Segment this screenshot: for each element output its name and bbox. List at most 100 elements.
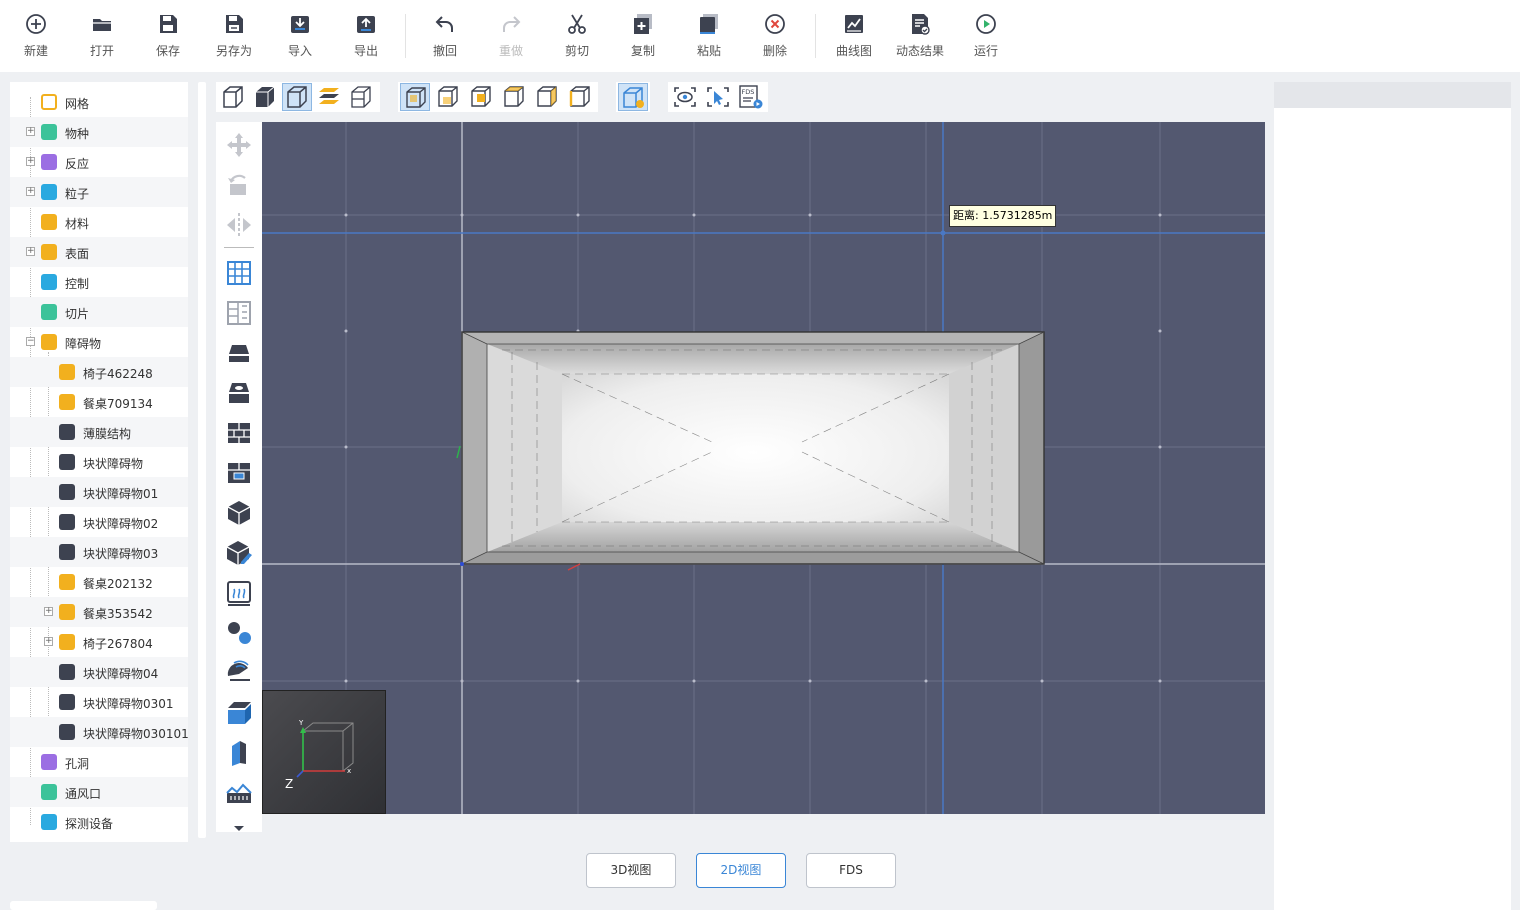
delete-button[interactable]: 删除 xyxy=(745,12,805,62)
paste-button[interactable]: 粘贴 xyxy=(679,12,739,62)
tab-3d-view[interactable]: 3D视图 xyxy=(586,853,676,888)
wireframe-button[interactable] xyxy=(218,83,248,111)
view-bottom-button[interactable] xyxy=(499,83,529,111)
tree-item-species[interactable]: + 物种 xyxy=(10,117,188,147)
sprinkler-tool[interactable] xyxy=(222,656,256,690)
tree-item-block[interactable]: 块状障碍物 xyxy=(10,447,188,477)
save-as-button[interactable]: 另存为 xyxy=(204,12,264,62)
tree-item-label: 薄膜结构 xyxy=(83,427,132,441)
tree-item-block-030101[interactable]: 块状障碍物030101 xyxy=(10,717,188,747)
tree-item-membrane[interactable]: 薄膜结构 xyxy=(10,417,188,447)
tree-item-control[interactable]: 控制 xyxy=(10,267,188,297)
tree-item-reaction[interactable]: + 反应 xyxy=(10,147,188,177)
tree-item-table-202132[interactable]: 餐桌202132 xyxy=(10,567,188,597)
fds-preview-button[interactable]: FDS xyxy=(736,83,766,111)
layers-button[interactable] xyxy=(314,83,344,111)
obstruction-tool[interactable] xyxy=(222,336,256,370)
run-button[interactable]: 运行 xyxy=(956,12,1016,62)
expand-icon[interactable]: + xyxy=(44,607,53,616)
outline-button[interactable] xyxy=(282,83,312,111)
chart-button[interactable]: 曲线图 xyxy=(824,12,884,62)
tab-fds[interactable]: FDS xyxy=(806,853,896,888)
view-back-button[interactable] xyxy=(433,83,463,111)
3d-viewport[interactable]: 距离: 1.5731285m Y x Z xyxy=(262,122,1265,814)
expand-icon[interactable]: + xyxy=(26,157,35,166)
save-label: 保存 xyxy=(155,44,180,58)
tree-item-slice[interactable]: 切片 xyxy=(10,297,188,327)
hole-block-icon xyxy=(229,383,249,403)
particle-tool[interactable] xyxy=(222,616,256,650)
view-right-button[interactable] xyxy=(565,83,595,111)
dynamic-result-button[interactable]: 动态结果 xyxy=(890,12,950,62)
cut-button[interactable]: 剪切 xyxy=(547,12,607,62)
hole-tool[interactable] xyxy=(222,376,256,410)
tree-item-block-01[interactable]: 块状障碍物01 xyxy=(10,477,188,507)
export-button[interactable]: 导出 xyxy=(336,12,396,62)
mesh-tool[interactable] xyxy=(222,256,256,290)
lighting-button[interactable] xyxy=(618,83,648,111)
tree-item-material[interactable]: 材料 xyxy=(10,207,188,237)
tab-2d-view[interactable]: 2D视图 xyxy=(696,853,786,888)
tree-item-detector[interactable]: 探测设备 xyxy=(10,807,188,837)
block-tool[interactable] xyxy=(222,496,256,530)
scene-canvas[interactable] xyxy=(262,122,1265,814)
expand-icon[interactable]: + xyxy=(44,637,53,646)
slice-tool[interactable] xyxy=(222,696,256,730)
expand-icon[interactable]: + xyxy=(26,127,35,136)
view-top-button[interactable] xyxy=(466,83,496,111)
tree-item-vent[interactable]: 通风口 xyxy=(10,777,188,807)
collapse-icon[interactable]: − xyxy=(26,337,35,346)
obstruction-mesh[interactable] xyxy=(461,331,1045,565)
view-front-button[interactable] xyxy=(400,83,430,111)
render-mode-toolbar xyxy=(216,82,380,112)
tree-item-block-0301[interactable]: 块状障碍物0301 xyxy=(10,687,188,717)
door-tool[interactable] xyxy=(222,736,256,770)
view-left-button[interactable] xyxy=(532,83,562,111)
edit-block-tool[interactable] xyxy=(222,536,256,570)
expand-icon[interactable]: + xyxy=(26,247,35,256)
wireframe-cube-icon xyxy=(223,86,243,108)
split-mesh-tool[interactable] xyxy=(222,296,256,330)
orientation-gizmo[interactable]: Y x Z xyxy=(262,690,386,814)
select-button[interactable] xyxy=(703,83,733,111)
transparent-button[interactable] xyxy=(346,83,376,111)
horizontal-scrollbar[interactable] xyxy=(10,901,157,910)
tree-item-label: 孔洞 xyxy=(65,757,90,771)
wall-tool[interactable] xyxy=(222,416,256,450)
solid-button[interactable] xyxy=(250,83,280,111)
redo-button[interactable]: 重做 xyxy=(481,12,541,62)
outline-cube-icon xyxy=(287,86,307,108)
tree-item-block-04[interactable]: 块状障碍物04 xyxy=(10,657,188,687)
tree-item-particle[interactable]: + 粒子 xyxy=(10,177,188,207)
tree-item-label: 障碍物 xyxy=(65,337,102,351)
tool-column-scroll-down[interactable] xyxy=(216,818,262,832)
tree-item-block-03[interactable]: 块状障碍物03 xyxy=(10,537,188,567)
mirror-tool[interactable] xyxy=(222,208,256,242)
rotate-tool[interactable] xyxy=(222,168,256,202)
tree-item-table-353542[interactable]: + 餐桌353542 xyxy=(10,597,188,627)
tree-item-hole[interactable]: 孔洞 xyxy=(10,747,188,777)
tree-item-chair-462248[interactable]: 椅子462248 xyxy=(10,357,188,387)
tree-item-chair-267804[interactable]: + 椅子267804 xyxy=(10,627,188,657)
open-button[interactable]: 打开 xyxy=(72,12,132,62)
run-label: 运行 xyxy=(973,44,998,58)
tree-item-obstruction[interactable]: − 障碍物 xyxy=(10,327,188,357)
undo-button[interactable]: 撤回 xyxy=(415,12,475,62)
tree-item-table-709134[interactable]: 餐桌709134 xyxy=(10,387,188,417)
heat-source-tool[interactable] xyxy=(222,576,256,610)
tree-scrollbar[interactable] xyxy=(198,82,206,838)
new-button[interactable]: 新建 xyxy=(6,12,66,62)
tree-item-surface[interactable]: + 表面 xyxy=(10,237,188,267)
copy-button[interactable]: 复制 xyxy=(613,12,673,62)
move-tool[interactable] xyxy=(222,128,256,162)
import-button[interactable]: 导入 xyxy=(270,12,330,62)
undo-label: 撤回 xyxy=(432,44,457,58)
tree-item-block-02[interactable]: 块状障碍物02 xyxy=(10,507,188,537)
particle-icon xyxy=(228,622,251,644)
terrain-tool[interactable] xyxy=(222,776,256,810)
expand-icon[interactable]: + xyxy=(26,187,35,196)
tree-item-mesh[interactable]: 网格 xyxy=(10,87,188,117)
focus-view-button[interactable] xyxy=(670,83,700,111)
window-wall-tool[interactable] xyxy=(222,456,256,490)
save-button[interactable]: 保存 xyxy=(138,12,198,62)
